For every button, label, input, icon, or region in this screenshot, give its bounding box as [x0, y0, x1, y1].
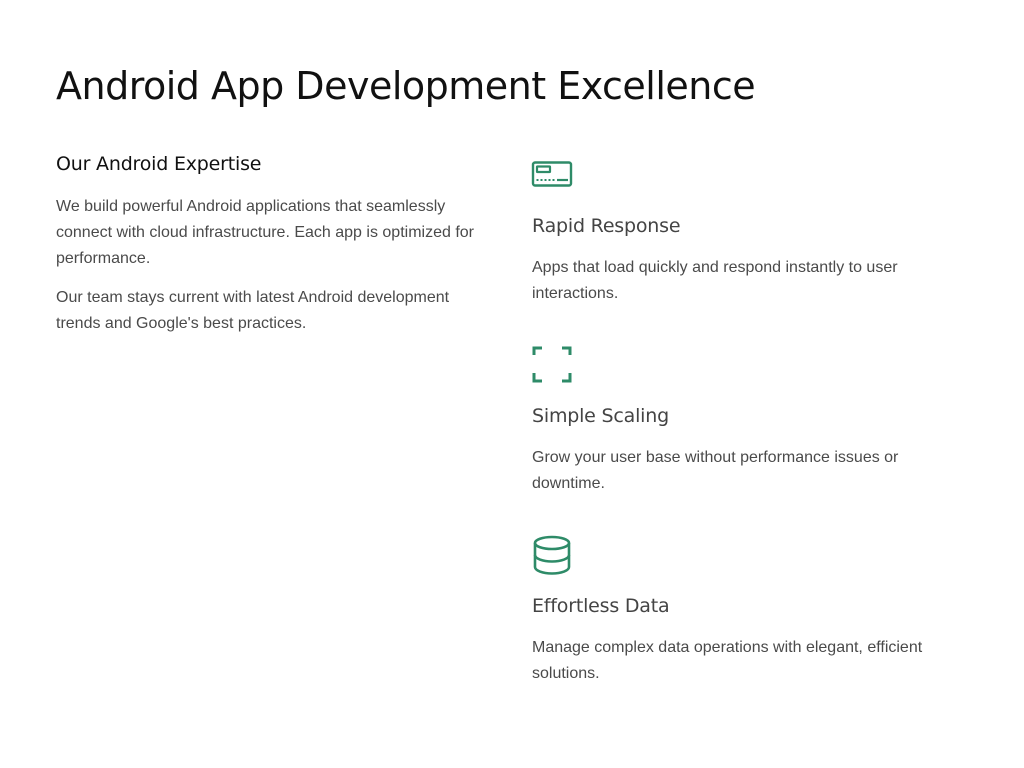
- feature-rapid-response: Rapid Response Apps that load quickly an…: [531, 156, 972, 307]
- expertise-paragraph: Our team stays current with latest Andro…: [56, 289, 450, 332]
- feature-title: Rapid Response: [532, 215, 681, 237]
- expertise-heading: Our Android Expertise: [56, 153, 262, 175]
- feature-effortless-data: Effortless Data Manage complex data oper…: [532, 535, 972, 687]
- expertise-paragraph: We build powerful Android applications t…: [56, 198, 474, 267]
- speed-meter-icon: [531, 156, 573, 196]
- database-icon: [532, 535, 572, 575]
- feature-description: Manage complex data operations with eleg…: [532, 639, 923, 682]
- feature-description: Apps that load quickly and respond insta…: [532, 259, 898, 302]
- feature-title: Effortless Data: [532, 595, 670, 617]
- feature-simple-scaling: Simple Scaling Grow your user base witho…: [532, 345, 972, 497]
- page-title: Android App Development Excellence: [56, 64, 756, 108]
- feature-title: Simple Scaling: [532, 405, 669, 427]
- expand-icon: [532, 345, 572, 385]
- feature-description: Grow your user base without performance …: [532, 449, 899, 492]
- expertise-section: Our Android Expertise We build powerful …: [56, 150, 480, 337]
